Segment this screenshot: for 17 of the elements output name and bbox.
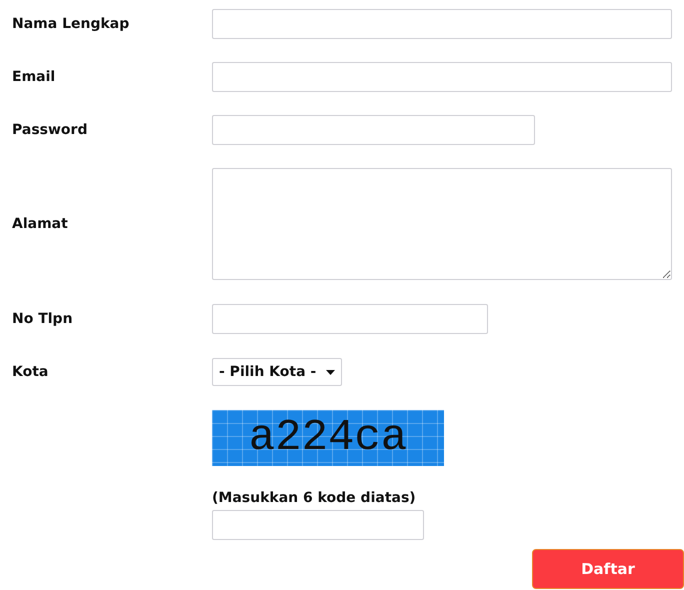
captcha-hint: (Masukkan 6 kode diatas) (212, 490, 417, 506)
field-label: Nama Lengkap (11, 16, 130, 32)
caret-icon (326, 370, 336, 374)
text-field[interactable] (212, 9, 672, 39)
captcha-field[interactable] (212, 510, 424, 540)
text-field[interactable] (212, 62, 672, 92)
field-label: Password (11, 122, 88, 138)
field-label: Alamat (11, 216, 69, 232)
field-label: No Tlpn (11, 311, 74, 327)
submit-button[interactable]: Daftar (532, 549, 684, 589)
password-field[interactable] (212, 115, 535, 145)
captcha-image: a224ca (212, 410, 444, 466)
city-dropdown[interactable]: - Pilih Kota - (212, 358, 342, 386)
field-label: Email (11, 69, 56, 85)
field-label: Kota (11, 364, 50, 380)
address-field[interactable] (212, 168, 672, 280)
text-field[interactable] (212, 304, 488, 334)
